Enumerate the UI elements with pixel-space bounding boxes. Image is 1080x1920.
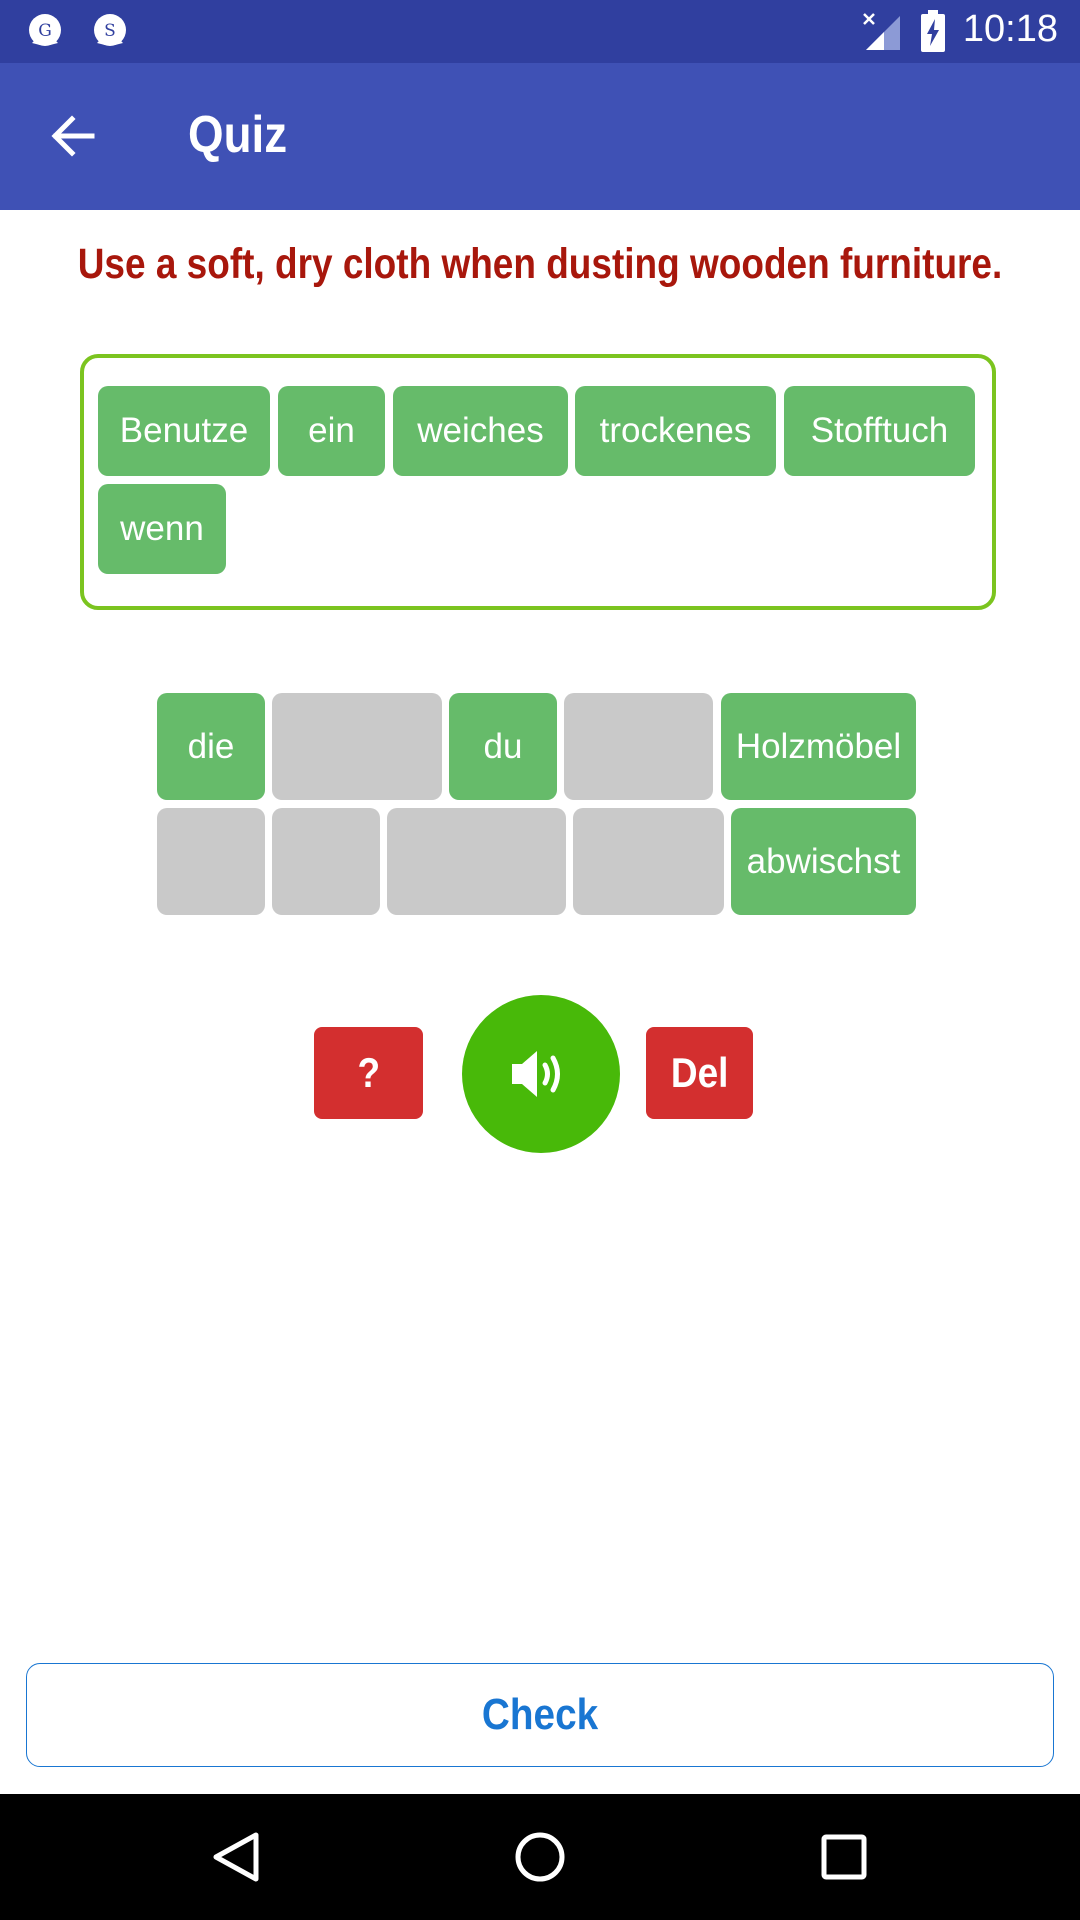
navigation-bar bbox=[0, 1794, 1080, 1920]
word-bank-tile[interactable]: abwischst bbox=[731, 808, 916, 915]
answer-word[interactable]: weiches bbox=[393, 386, 568, 476]
svg-text:G: G bbox=[38, 21, 52, 41]
nav-home-icon[interactable] bbox=[510, 1827, 570, 1887]
status-bar: G S 10:18 bbox=[0, 0, 1080, 63]
app-bar: Quiz bbox=[0, 63, 1080, 210]
notification-g-icon: G bbox=[29, 14, 61, 46]
hint-button[interactable]: ? bbox=[314, 1027, 423, 1119]
word-bank-tile[interactable]: Holzmöbel bbox=[721, 693, 916, 800]
word-bank-empty-slot bbox=[272, 808, 380, 915]
answer-word[interactable]: wenn bbox=[98, 484, 226, 574]
hint-button-label: ? bbox=[357, 1049, 380, 1096]
word-bank-empty-slot bbox=[272, 693, 442, 800]
page-title: Quiz bbox=[188, 106, 288, 164]
word-bank-tile[interactable]: die bbox=[157, 693, 265, 800]
notification-s-icon: S bbox=[94, 14, 126, 46]
nav-back-icon[interactable] bbox=[206, 1827, 266, 1887]
svg-text:S: S bbox=[104, 21, 116, 41]
arrow-back-icon[interactable] bbox=[46, 109, 100, 163]
answer-word[interactable]: Stofftuch bbox=[784, 386, 975, 476]
status-time: 10:18 bbox=[962, 8, 1058, 50]
signal-icon bbox=[863, 13, 900, 50]
nav-recents-icon[interactable] bbox=[814, 1827, 874, 1887]
answer-word[interactable]: ein bbox=[278, 386, 385, 476]
delete-button[interactable]: Del bbox=[646, 1027, 753, 1119]
speaker-icon bbox=[512, 1051, 560, 1097]
answer-word[interactable]: trockenes bbox=[575, 386, 776, 476]
prompt-sentence: Use a soft, dry cloth when dusting woode… bbox=[77, 240, 1003, 288]
word-bank-tile[interactable]: du bbox=[449, 693, 557, 800]
battery-charging-icon bbox=[921, 10, 945, 52]
word-bank-empty-slot bbox=[573, 808, 724, 915]
check-button-label: Check bbox=[481, 1690, 599, 1739]
word-bank-empty-slot bbox=[387, 808, 566, 915]
speaker-button[interactable] bbox=[462, 995, 620, 1153]
check-button[interactable]: Check bbox=[26, 1663, 1054, 1767]
word-bank-empty-slot bbox=[157, 808, 265, 915]
word-bank-empty-slot bbox=[564, 693, 713, 800]
answer-word[interactable]: Benutze bbox=[98, 386, 270, 476]
delete-button-label: Del bbox=[670, 1049, 729, 1096]
